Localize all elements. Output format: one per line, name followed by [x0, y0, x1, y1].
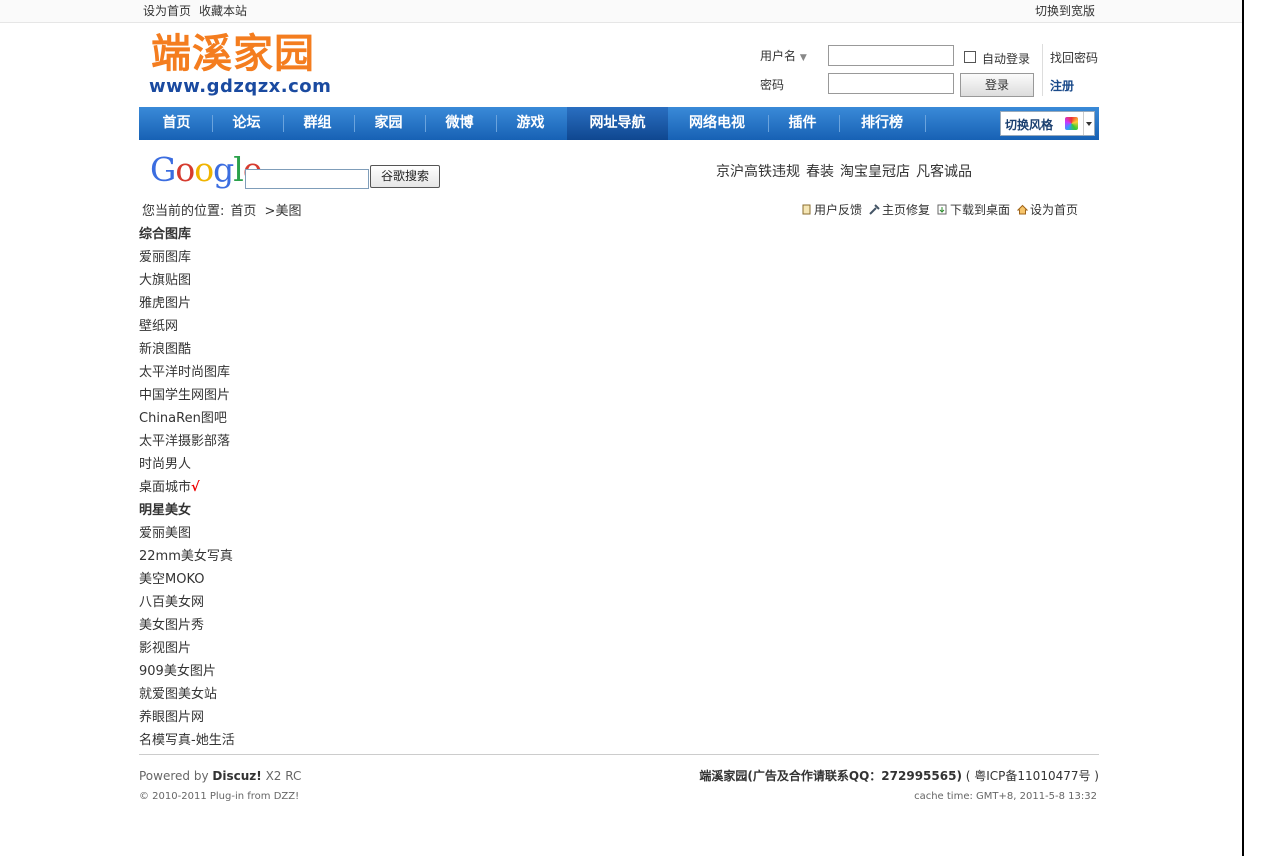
chevron-down-icon: ▼ — [799, 53, 807, 63]
hot-links: 京沪高铁违规 春装 淘宝皇冠店 凡客诚品 — [716, 161, 978, 181]
nav-home-space[interactable]: 家园 — [361, 107, 416, 140]
download-link[interactable]: 下载到桌面 — [937, 201, 1010, 218]
password-label: 密码 — [760, 78, 785, 92]
window-edge — [1242, 0, 1263, 856]
nav-separator — [354, 115, 355, 132]
auto-login-checkbox[interactable] — [964, 51, 976, 63]
logo-url: www.gdzqzx.com — [149, 76, 332, 97]
nav-forum[interactable]: 论坛 — [219, 107, 274, 140]
check-mark-icon: √ — [191, 480, 200, 495]
main-nav: 首页 论坛 群组 家园 微博 游戏 网址导航 网络电视 插件 排行榜 — [139, 107, 1099, 140]
feedback-link[interactable]: 用户反馈 — [801, 201, 862, 218]
link-directory: 综合图库 爱丽图库 大旗贴图 雅虎图片 壁纸网 新浪图酷 太平洋时尚图库 中国学… — [139, 226, 235, 755]
list-item[interactable]: 新浪图酷 — [139, 341, 235, 364]
nav-plugins[interactable]: 插件 — [775, 107, 830, 140]
repair-link[interactable]: 主页修复 — [869, 201, 930, 218]
list-item[interactable]: 美女图片秀 — [139, 617, 235, 640]
list-item[interactable]: 909美女图片 — [139, 663, 235, 686]
list-item[interactable]: 爱丽图库 — [139, 249, 235, 272]
list-item[interactable]: 美空MOKO — [139, 571, 235, 594]
nav-web-tv[interactable]: 网络电视 — [677, 107, 757, 140]
icp-link[interactable]: ( 粤ICP备11010477号 ) — [966, 769, 1099, 783]
list-item[interactable]: 雅虎图片 — [139, 295, 235, 318]
hot-link[interactable]: 京沪高铁违规 — [716, 164, 800, 180]
nav-url-directory[interactable]: 网址导航 — [567, 107, 668, 140]
set-home-link[interactable]: 设为首页 — [143, 4, 191, 18]
hot-link[interactable]: 凡客诚品 — [916, 164, 972, 180]
nav-separator — [839, 115, 840, 132]
nav-separator — [283, 115, 284, 132]
hot-link[interactable]: 春装 — [806, 164, 834, 180]
nav-separator — [768, 115, 769, 132]
login-divider — [1042, 44, 1043, 96]
google-search-input[interactable] — [245, 169, 369, 189]
copyright: © 2010-2011 Plug-in from DZZ! — [139, 791, 300, 802]
breadcrumb-home[interactable]: 首页 — [230, 204, 256, 219]
style-switch-label: 切换风格 — [1005, 118, 1054, 132]
chevron-down-icon[interactable] — [1083, 112, 1095, 135]
list-item[interactable]: 时尚男人 — [139, 456, 235, 479]
site-contact: 端溪家园(广告及合作请联系QQ：272995565) ( 粤ICP备110104… — [699, 767, 1099, 784]
clipboard-icon — [802, 204, 811, 215]
site-logo[interactable]: 端溪家园 www.gdzqzx.com — [145, 30, 355, 100]
breadcrumb: 您当前的位置: 首页 >美图 — [142, 200, 301, 219]
section-title: 明星美女 — [139, 503, 192, 518]
list-item[interactable]: 八百美女网 — [139, 594, 235, 617]
list-item[interactable]: ChinaRen图吧 — [139, 410, 235, 433]
register-link[interactable]: 注册 — [1050, 77, 1074, 94]
nav-group[interactable]: 群组 — [290, 107, 345, 140]
list-item[interactable]: 大旗贴图 — [139, 272, 235, 295]
password-input[interactable] — [828, 73, 954, 94]
nav-separator — [212, 115, 213, 132]
top-bar: 设为首页 收藏本站 切换到宽版 — [0, 0, 1242, 23]
nav-separator — [496, 115, 497, 132]
username-label[interactable]: 用户名 ▼ — [760, 47, 807, 64]
contact-link[interactable]: 端溪家园(广告及合作请联系QQ：272995565) — [699, 769, 962, 783]
list-item[interactable]: 养眼图片网 — [139, 709, 235, 732]
nav-ranking[interactable]: 排行榜 — [846, 107, 918, 140]
footer-divider — [139, 754, 1099, 755]
username-input[interactable] — [828, 45, 954, 66]
nav-separator — [425, 115, 426, 132]
list-item[interactable]: 壁纸网 — [139, 318, 235, 341]
palette-icon — [1065, 117, 1078, 130]
bookmark-link[interactable]: 收藏本站 — [199, 4, 247, 18]
wrench-icon — [869, 204, 880, 215]
set-home-tool-link[interactable]: 设为首页 — [1017, 201, 1078, 218]
style-switch-button[interactable]: 切换风格 — [1000, 111, 1095, 136]
cache-time: cache time: GMT+8, 2011-5-8 13:32 — [914, 791, 1097, 802]
tool-links: 用户反馈 主页修复 下载到桌面 设为首页 — [801, 201, 1085, 218]
home-icon — [1017, 204, 1029, 215]
hot-link[interactable]: 淘宝皇冠店 — [840, 164, 910, 180]
powered-by: Powered by Discuz! X2 RC — [139, 769, 302, 783]
login-button[interactable]: 登录 — [960, 73, 1034, 97]
forgot-password-link[interactable]: 找回密码 — [1050, 49, 1098, 66]
list-item[interactable]: 名模写真-她生活 — [139, 732, 235, 755]
breadcrumb-prefix: 您当前的位置: — [142, 204, 225, 219]
list-item[interactable]: 中国学生网图片 — [139, 387, 235, 410]
list-item[interactable]: 就爱图美女站 — [139, 686, 235, 709]
list-item[interactable]: 22mm美女写真 — [139, 548, 235, 571]
nav-separator — [925, 115, 926, 132]
breadcrumb-current: >美图 — [264, 204, 302, 219]
discuz-link[interactable]: Discuz! — [212, 769, 261, 783]
auto-login-label[interactable]: 自动登录 — [982, 50, 1030, 67]
list-item[interactable]: 影视图片 — [139, 640, 235, 663]
download-icon — [937, 204, 947, 215]
switch-wide-link[interactable]: 切换到宽版 — [1035, 2, 1095, 19]
nav-games[interactable]: 游戏 — [503, 107, 558, 140]
nav-home[interactable]: 首页 — [149, 107, 204, 140]
google-search-button[interactable]: 谷歌搜索 — [370, 165, 440, 188]
logo-text: 端溪家园 — [151, 30, 315, 77]
section-title: 综合图库 — [139, 227, 192, 242]
nav-weibo[interactable]: 微博 — [432, 107, 487, 140]
list-item[interactable]: 爱丽美图 — [139, 525, 235, 548]
list-item[interactable]: 桌面城市√ — [139, 479, 235, 502]
list-item[interactable]: 太平洋时尚图库 — [139, 364, 235, 387]
list-item[interactable]: 太平洋摄影部落 — [139, 433, 235, 456]
